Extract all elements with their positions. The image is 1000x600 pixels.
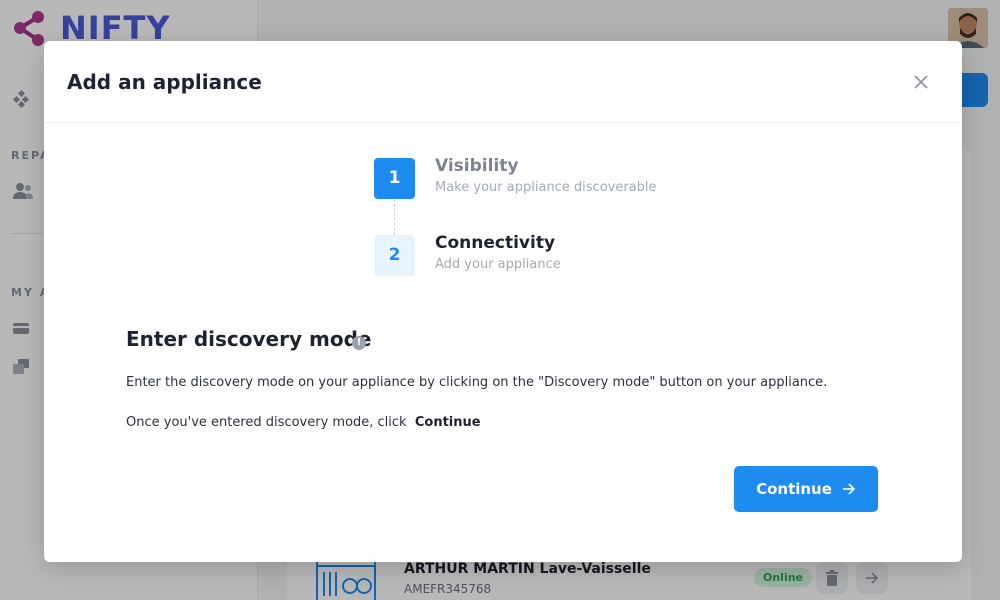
follow-up-action: Continue: [414, 415, 481, 430]
step-description-visibility: Make your appliance discoverable: [435, 180, 657, 195]
add-appliance-modal: Add an appliance 1 Visibility Make your …: [44, 41, 962, 562]
instruction-text: Enter the discovery mode on your applian…: [126, 375, 828, 390]
continue-button[interactable]: Continue: [734, 466, 878, 512]
info-icon[interactable]: !: [352, 336, 366, 350]
step-title-connectivity: Connectivity: [435, 233, 556, 253]
arrow-right-icon: [842, 483, 856, 495]
modal-title: Add an appliance: [67, 70, 262, 94]
section-title: Enter discovery mode: [126, 327, 372, 351]
continue-label: Continue: [756, 480, 832, 498]
step-title-visibility: Visibility: [435, 156, 519, 176]
step-number-2: 2: [374, 235, 415, 276]
step-connector: [394, 199, 395, 235]
modal-header: Add an appliance: [44, 41, 962, 123]
follow-up-prefix: Once you've entered discovery mode, clic…: [126, 415, 407, 430]
close-icon[interactable]: [910, 71, 932, 93]
step-description-connectivity: Add your appliance: [435, 257, 561, 272]
step-number-1: 1: [374, 158, 415, 199]
follow-up-text: Once you've entered discovery mode, clic…: [126, 415, 481, 430]
